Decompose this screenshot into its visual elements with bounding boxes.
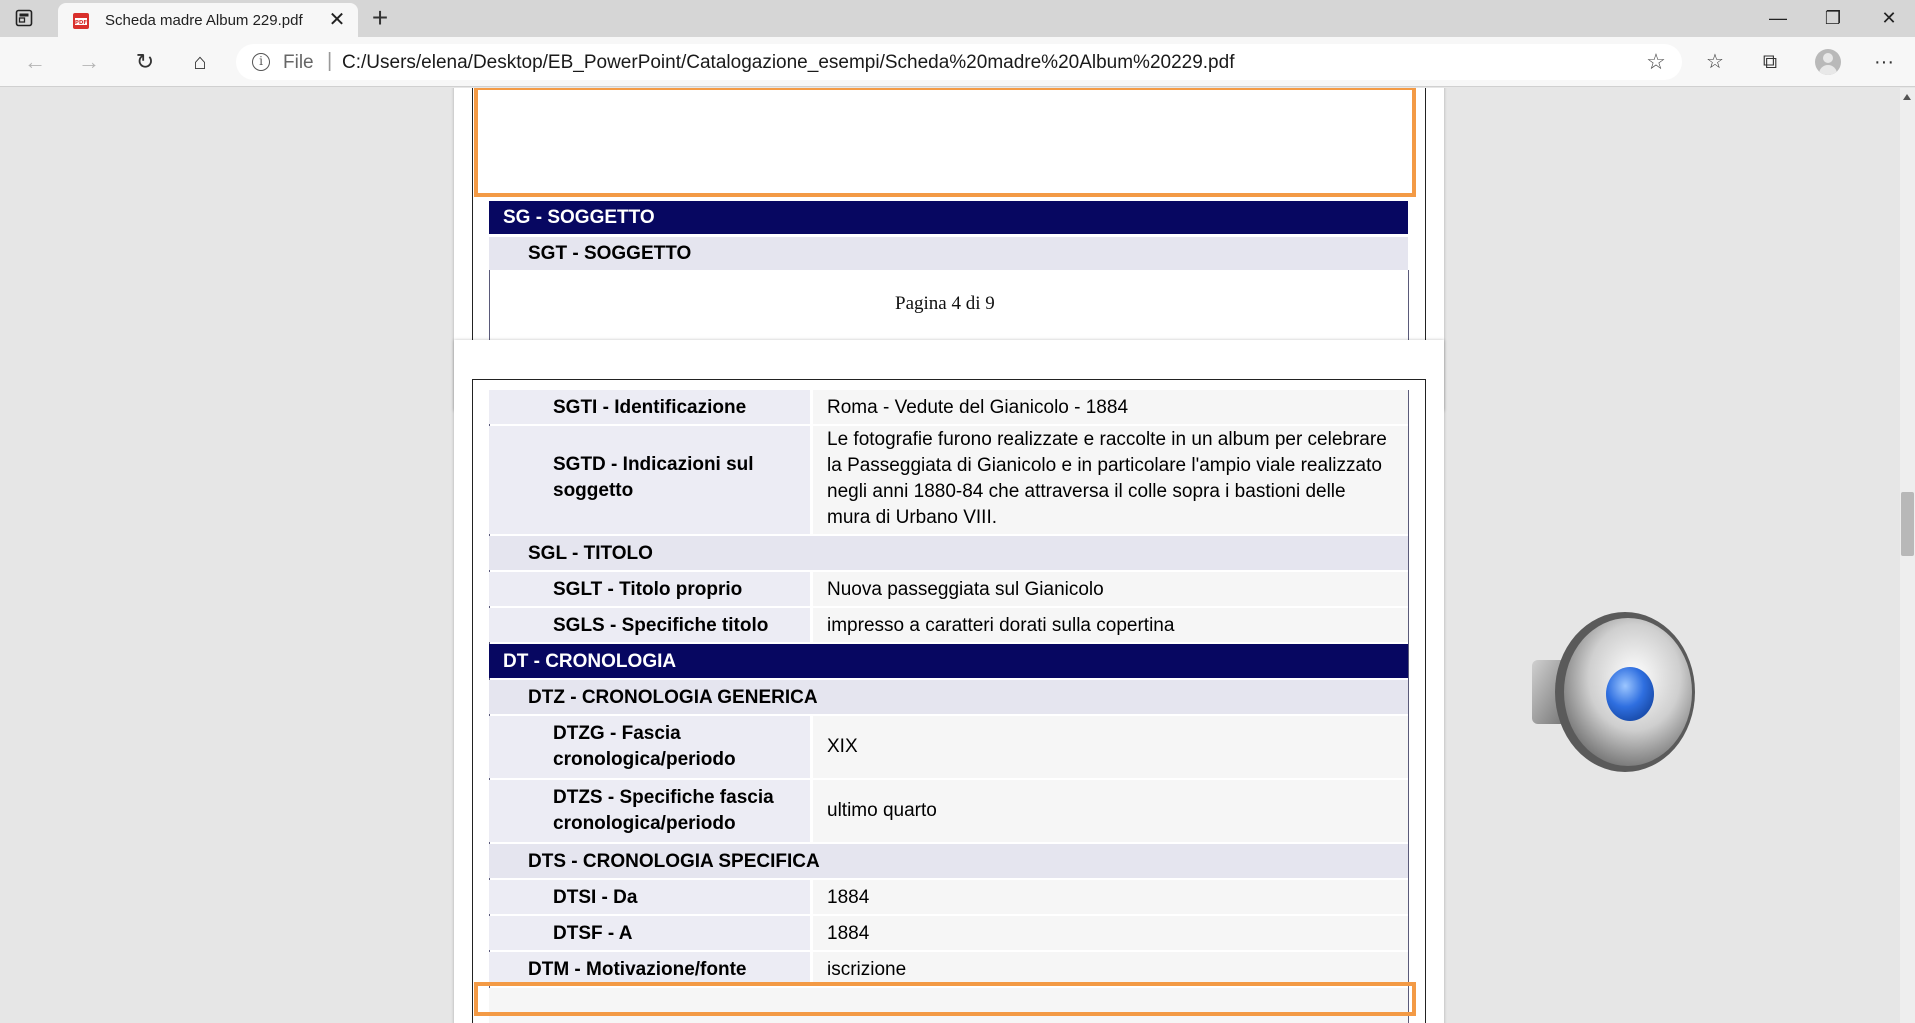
field-label: DTZS - Specifiche fascia cronologica/per…	[553, 787, 774, 834]
subsection-sgl: SGL - TITOLO	[489, 536, 1408, 570]
new-tab-button[interactable]: +	[366, 4, 394, 32]
field-label: DTSF - A	[553, 923, 633, 944]
row-value-cell: Nuova passeggiata sul Gianicolo	[813, 572, 1408, 606]
section-label: DT - CRONOLOGIA	[503, 651, 677, 672]
section-label: SG - SOGGETTO	[503, 207, 655, 228]
highlight-box-bottom	[474, 982, 1416, 1016]
close-window-button[interactable]: ✕	[1866, 4, 1912, 32]
close-tab-icon[interactable]: ✕	[326, 9, 348, 31]
field-label: DTM - Motivazione/fonte	[528, 959, 747, 980]
field-value: iscrizione	[827, 959, 907, 980]
minimize-button[interactable]: —	[1755, 4, 1801, 32]
row-value-cell: Roma - Vedute del Gianicolo - 1884	[813, 390, 1408, 424]
table-border-right	[1408, 390, 1409, 1023]
field-label: SGLS - Specifiche titolo	[553, 615, 769, 636]
pdf-file-icon: PDF	[72, 12, 90, 30]
section-sg: SG - SOGGETTO	[489, 201, 1408, 234]
field-label: DTSI - Da	[553, 887, 638, 908]
active-tab[interactable]: PDF Scheda madre Album 229.pdf ✕	[58, 3, 358, 37]
subsection-label: SGT - SOGGETTO	[528, 243, 692, 264]
row-label-cell: DTZG - Fascia cronologica/periodo	[489, 716, 810, 778]
row-label-cell: SGTI - Identificazione	[489, 390, 810, 424]
back-button[interactable]: ←	[21, 48, 49, 76]
field-value: Le fotografie furono realizzate e raccol…	[827, 429, 1387, 528]
row-label-cell: DTSF - A	[489, 916, 810, 950]
row-value-cell: ultimo quarto	[813, 780, 1408, 842]
subsection-label: SGL - TITOLO	[528, 543, 653, 564]
field-value: ultimo quarto	[827, 800, 937, 821]
row-value-cell: 1884	[813, 916, 1408, 950]
page-number: Pagina 4 di 9	[895, 293, 995, 314]
table-row: SGLS - Specifiche titolo impresso a cara…	[489, 608, 1408, 642]
pdf-viewer[interactable]: SG - SOGGETTO SGT - SOGGETTO Pagina 4 di…	[0, 88, 1900, 1023]
subsection-label: DTS - CRONOLOGIA SPECIFICA	[528, 851, 820, 872]
scrollbar-thumb[interactable]	[1901, 492, 1914, 556]
tab-title: Scheda madre Album 229.pdf	[105, 12, 303, 29]
row-value-cell: iscrizione	[813, 952, 1408, 986]
field-value: 1884	[827, 887, 870, 908]
reload-button[interactable]: ↻	[131, 48, 159, 76]
subsection-dts: DTS - CRONOLOGIA SPECIFICA	[489, 844, 1408, 878]
table-row: DTM - Motivazione/fonte iscrizione	[489, 952, 1408, 986]
url-text[interactable]: C:/Users/elena/Desktop/EB_PowerPoint/Cat…	[342, 52, 1234, 74]
row-value-cell: Le fotografie furono realizzate e raccol…	[813, 426, 1408, 534]
field-value: Nuova passeggiata sul Gianicolo	[827, 579, 1104, 600]
add-favorite-icon[interactable]: ☆	[1644, 50, 1668, 74]
table-row: DTZS - Specifiche fascia cronologica/per…	[489, 780, 1408, 842]
tab-actions-icon[interactable]	[14, 8, 34, 28]
address-bar[interactable]: i File | C:/Users/elena/Desktop/EB_Power…	[236, 44, 1682, 80]
field-value: impresso a caratteri dorati sulla copert…	[827, 615, 1175, 636]
svg-text:PDF: PDF	[75, 20, 88, 26]
subsection-sgt: SGT - SOGGETTO	[489, 237, 1408, 270]
table-row: SGLT - Titolo proprio Nuova passeggiata …	[489, 572, 1408, 606]
speaker-icon[interactable]	[1530, 608, 1700, 778]
restore-button[interactable]: ❐	[1810, 4, 1856, 32]
scroll-up-icon[interactable]	[1903, 94, 1911, 100]
row-value-cell: XIX	[813, 716, 1408, 778]
favorites-icon[interactable]: ☆	[1702, 49, 1728, 75]
profile-avatar[interactable]	[1815, 49, 1841, 75]
highlight-box-top	[474, 88, 1416, 197]
field-label: DTZG - Fascia cronologica/periodo	[553, 723, 736, 770]
field-value: XIX	[827, 736, 858, 757]
table-row: DTSI - Da 1884	[489, 880, 1408, 914]
row-value-cell: impresso a caratteri dorati sulla copert…	[813, 608, 1408, 642]
row-value-cell: 1884	[813, 880, 1408, 914]
field-label: SGTI - Identificazione	[553, 397, 747, 418]
forward-button[interactable]: →	[75, 48, 103, 76]
row-label-cell: SGLT - Titolo proprio	[489, 572, 810, 606]
address-separator: |	[327, 50, 333, 72]
home-button[interactable]: ⌂	[186, 48, 214, 76]
more-menu-icon[interactable]: ···	[1871, 49, 1897, 75]
browser-toolbar: ← → ↻ ⌂ i File | C:/Users/elena/Desktop/…	[0, 37, 1915, 87]
table-row: SGTD - Indicazioni sul soggetto Le fotog…	[489, 426, 1408, 534]
row-label-cell: SGTD - Indicazioni sul soggetto	[489, 426, 810, 534]
vertical-scrollbar[interactable]	[1900, 88, 1915, 1023]
row-label-cell: DTZS - Specifiche fascia cronologica/per…	[489, 780, 810, 842]
table-row: DTZG - Fascia cronologica/periodo XIX	[489, 716, 1408, 778]
subsection-dtz: DTZ - CRONOLOGIA GENERICA	[489, 680, 1408, 714]
table-row: SGTI - Identificazione Roma - Vedute del…	[489, 390, 1408, 424]
collections-icon[interactable]: ⧉	[1757, 49, 1783, 75]
field-label: SGTD - Indicazioni sul soggetto	[553, 454, 754, 501]
row-label-cell: DTM - Motivazione/fonte	[489, 952, 810, 986]
field-value: Roma - Vedute del Gianicolo - 1884	[827, 397, 1129, 418]
row-label-cell: SGLS - Specifiche titolo	[489, 608, 810, 642]
subsection-label: DTZ - CRONOLOGIA GENERICA	[528, 687, 818, 708]
row-label-cell: DTSI - Da	[489, 880, 810, 914]
info-icon[interactable]: i	[252, 53, 270, 71]
field-value: 1884	[827, 923, 870, 944]
scheme-label: File	[283, 52, 314, 73]
table-row: DTSF - A 1884	[489, 916, 1408, 950]
section-dt: DT - CRONOLOGIA	[489, 644, 1408, 678]
tab-strip: PDF Scheda madre Album 229.pdf ✕ + — ❐ ✕	[0, 0, 1915, 37]
field-label: SGLT - Titolo proprio	[553, 579, 743, 600]
